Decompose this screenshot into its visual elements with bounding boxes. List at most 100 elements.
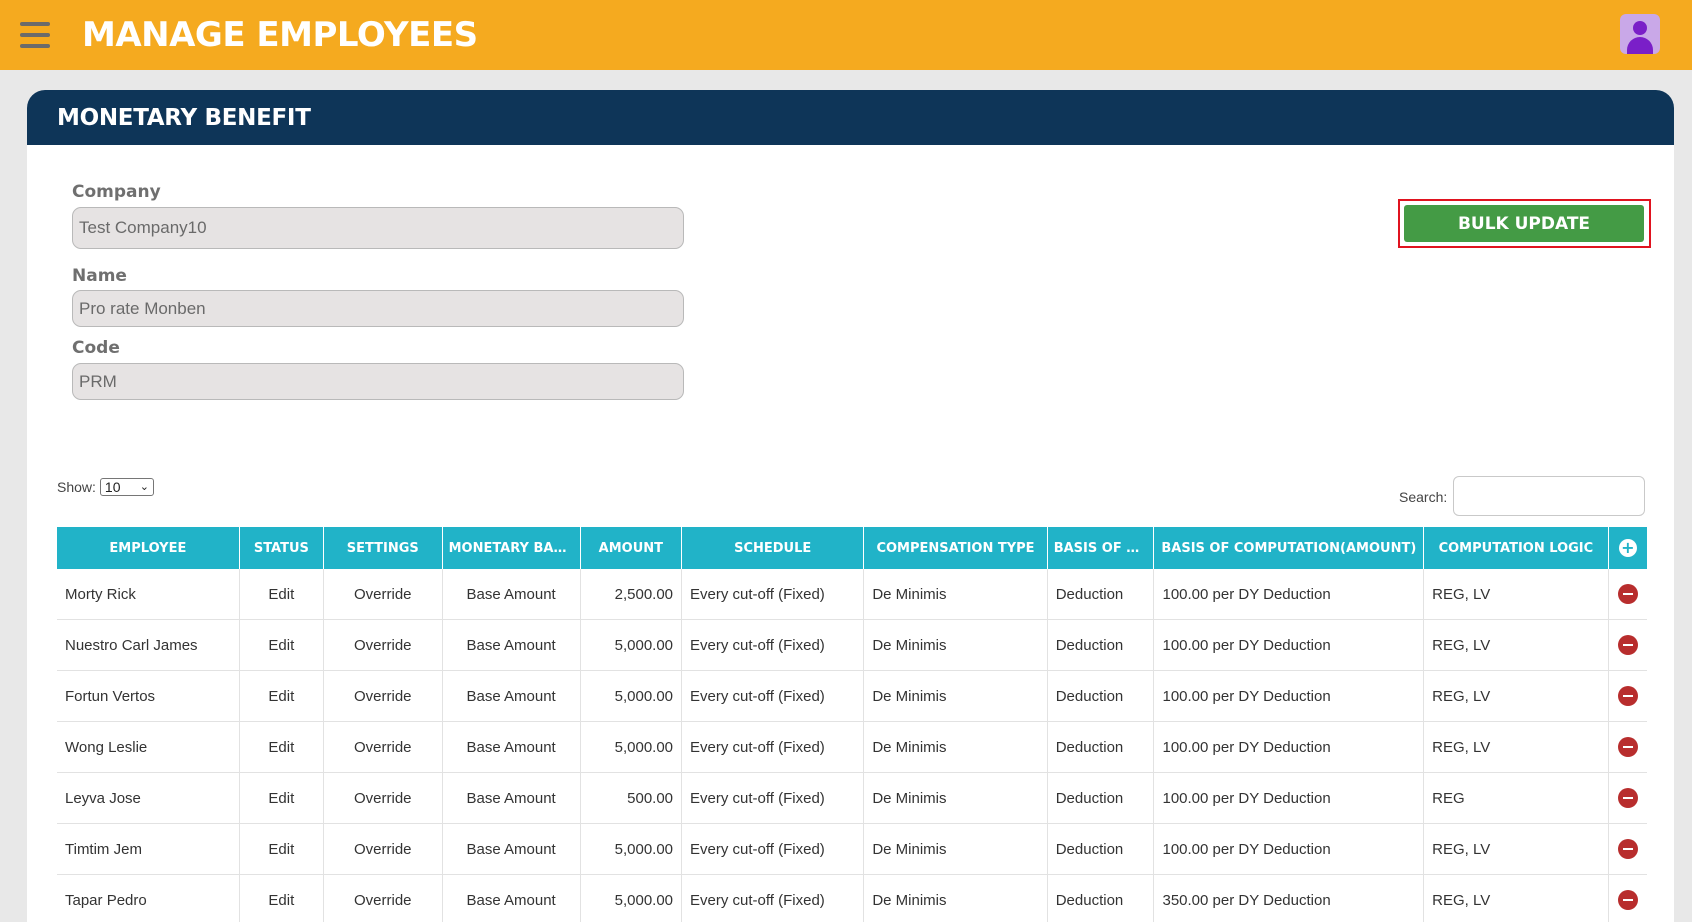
logic-cell: REG, LV (1423, 823, 1609, 875)
app-title: MANAGE EMPLOYEES (82, 15, 478, 55)
monetary-basis-cell: Base Amount (442, 721, 581, 773)
company-field[interactable]: Test Company10 (72, 207, 684, 249)
minus-circle-icon[interactable] (1617, 737, 1638, 757)
logic-cell: REG, LV (1423, 670, 1609, 722)
basis-cell: Deduction (1047, 670, 1155, 722)
employee-cell: Wong Leslie (57, 721, 240, 773)
compensation-type-cell: De Minimis (863, 721, 1048, 773)
chevron-down-icon: ⌄ (139, 481, 149, 493)
minus-circle-icon[interactable] (1617, 686, 1638, 706)
column-header[interactable]: AMOUNT (580, 527, 683, 569)
amount-cell: 5,000.00 (580, 670, 683, 722)
edit-link[interactable]: Edit (239, 772, 324, 824)
employee-cell: Morty Rick (57, 569, 240, 620)
settings-cell: Override (323, 772, 443, 824)
settings-cell: Override (323, 823, 443, 875)
edit-link[interactable]: Edit (239, 569, 324, 620)
remove-cell (1608, 569, 1647, 620)
monetary-basis-cell: Base Amount (442, 619, 581, 671)
user-avatar-icon[interactable] (1620, 14, 1660, 54)
employee-cell: Leyva Jose (57, 772, 240, 824)
table-row: Nuestro Carl James Edit Override Base Am… (57, 619, 1647, 671)
add-column-header: + (1608, 527, 1647, 569)
monetary-basis-cell: Base Amount (442, 772, 581, 824)
minus-circle-icon[interactable] (1617, 839, 1638, 859)
settings-cell: Override (323, 721, 443, 773)
minus-circle-icon[interactable] (1617, 635, 1638, 655)
basis-cell: Deduction (1047, 569, 1155, 620)
edit-link[interactable]: Edit (239, 874, 324, 922)
basis-amount-cell: 100.00 per DY Deduction (1153, 670, 1425, 722)
compensation-type-cell: De Minimis (863, 569, 1048, 620)
top-bar: MANAGE EMPLOYEES (0, 0, 1692, 70)
card-title: MONETARY BENEFIT (57, 104, 311, 131)
logic-cell: REG, LV (1423, 619, 1609, 671)
monetary-basis-cell: Base Amount (442, 569, 581, 620)
employee-cell: Tapar Pedro (57, 874, 240, 922)
monetary-benefit-card: MONETARY BENEFIT Company Test Company10 … (27, 90, 1674, 922)
edit-link[interactable]: Edit (239, 670, 324, 722)
company-label: Company (72, 182, 161, 202)
amount-cell: 5,000.00 (580, 874, 683, 922)
employee-cell: Timtim Jem (57, 823, 240, 875)
amount-cell: 5,000.00 (580, 619, 683, 671)
edit-link[interactable]: Edit (239, 619, 324, 671)
search-input[interactable] (1453, 476, 1645, 516)
page-size-select[interactable]: 10 ⌄ (99, 478, 154, 496)
minus-circle-icon[interactable] (1617, 890, 1638, 910)
bulk-update-button[interactable]: BULK UPDATE (1404, 205, 1644, 242)
show-entries: Show: 10 ⌄ (57, 478, 154, 496)
plus-circle-icon[interactable]: + (1618, 539, 1637, 557)
remove-cell (1608, 670, 1647, 722)
settings-cell: Override (323, 874, 443, 922)
basis-cell: Deduction (1047, 823, 1155, 875)
column-header[interactable]: SCHEDULE (681, 527, 865, 569)
name-field[interactable]: Pro rate Monben (72, 290, 684, 327)
table-row: Leyva Jose Edit Override Base Amount 500… (57, 772, 1647, 824)
compensation-type-cell: De Minimis (863, 772, 1048, 824)
basis-amount-cell: 100.00 per DY Deduction (1153, 569, 1425, 620)
monetary-basis-cell: Base Amount (442, 823, 581, 875)
amount-cell: 5,000.00 (580, 721, 683, 773)
card-header: MONETARY BENEFIT (27, 90, 1674, 145)
employee-cell: Fortun Vertos (57, 670, 240, 722)
column-header[interactable]: BASIS OF C... (1047, 527, 1155, 569)
table-header-row: EMPLOYEE STATUS SETTINGS MONETARY BAS...… (57, 527, 1647, 569)
code-field[interactable]: PRM (72, 363, 684, 400)
basis-amount-cell: 350.00 per DY Deduction (1153, 874, 1425, 922)
basis-amount-cell: 100.00 per DY Deduction (1153, 823, 1425, 875)
settings-cell: Override (323, 670, 443, 722)
remove-cell (1608, 823, 1647, 875)
column-header[interactable]: EMPLOYEE (57, 527, 240, 569)
benefit-table: EMPLOYEE STATUS SETTINGS MONETARY BAS...… (57, 527, 1647, 922)
basis-cell: Deduction (1047, 874, 1155, 922)
employee-cell: Nuestro Carl James (57, 619, 240, 671)
column-header[interactable]: COMPENSATION TYPE (863, 527, 1048, 569)
logic-cell: REG, LV (1423, 874, 1609, 922)
minus-circle-icon[interactable] (1617, 584, 1638, 604)
column-header[interactable]: SETTINGS (323, 527, 443, 569)
remove-cell (1608, 772, 1647, 824)
settings-cell: Override (323, 619, 443, 671)
schedule-cell: Every cut-off (Fixed) (681, 670, 865, 722)
column-header[interactable]: MONETARY BAS... (442, 527, 581, 569)
table-row: Fortun Vertos Edit Override Base Amount … (57, 670, 1647, 722)
basis-cell: Deduction (1047, 619, 1155, 671)
schedule-cell: Every cut-off (Fixed) (681, 823, 865, 875)
hamburger-menu-icon[interactable] (20, 22, 50, 48)
table-row: Timtim Jem Edit Override Base Amount 5,0… (57, 823, 1647, 875)
table-row: Tapar Pedro Edit Override Base Amount 5,… (57, 874, 1647, 922)
monetary-basis-cell: Base Amount (442, 874, 581, 922)
column-header[interactable]: BASIS OF COMPUTATION(AMOUNT) (1153, 527, 1425, 569)
remove-cell (1608, 619, 1647, 671)
minus-circle-icon[interactable] (1617, 788, 1638, 808)
compensation-type-cell: De Minimis (863, 619, 1048, 671)
basis-cell: Deduction (1047, 721, 1155, 773)
schedule-cell: Every cut-off (Fixed) (681, 772, 865, 824)
table-row: Wong Leslie Edit Override Base Amount 5,… (57, 721, 1647, 773)
edit-link[interactable]: Edit (239, 823, 324, 875)
edit-link[interactable]: Edit (239, 721, 324, 773)
column-header[interactable]: STATUS (239, 527, 324, 569)
column-header[interactable]: COMPUTATION LOGIC (1423, 527, 1609, 569)
code-label: Code (72, 338, 120, 358)
